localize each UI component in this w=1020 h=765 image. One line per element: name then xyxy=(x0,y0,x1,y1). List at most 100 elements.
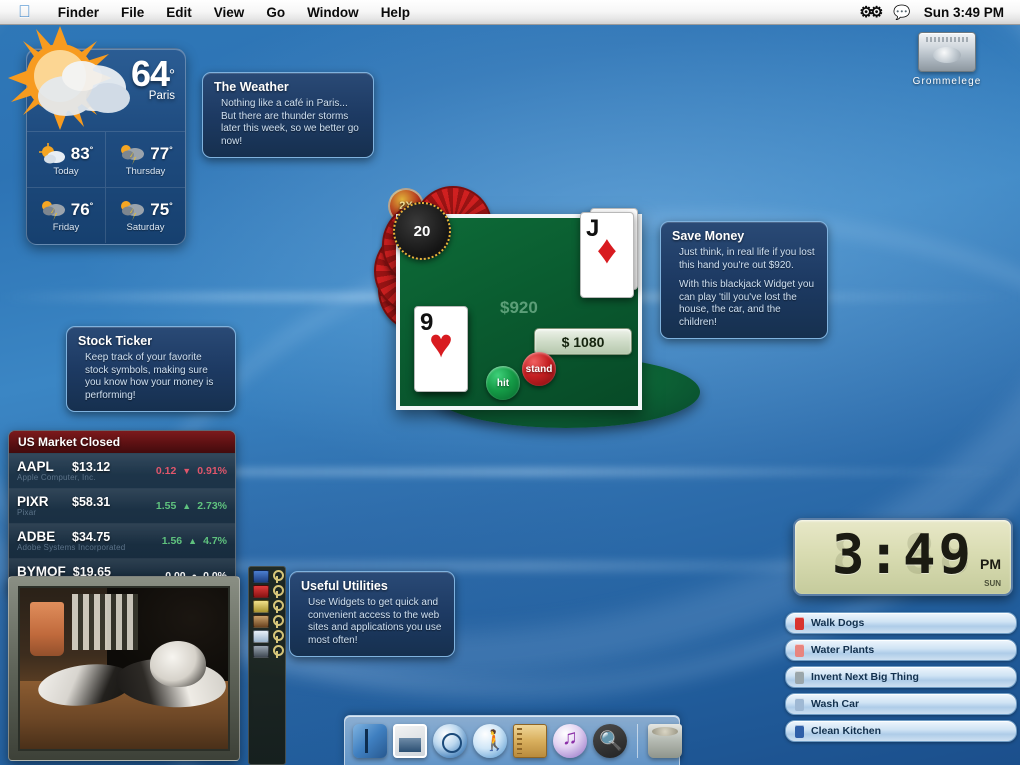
list-item[interactable]: Walk Dogs xyxy=(785,612,1017,634)
nine-of-hearts-card[interactable]: 9 ♥ xyxy=(414,306,468,392)
list-item[interactable] xyxy=(253,570,284,583)
list-item[interactable] xyxy=(253,645,284,658)
list-item[interactable] xyxy=(253,630,284,643)
netflix-link-icon[interactable] xyxy=(253,585,269,598)
amazon-link-icon[interactable] xyxy=(253,615,269,628)
dock-item-ichat[interactable] xyxy=(473,723,507,758)
list-item[interactable]: Wash Car xyxy=(785,693,1017,715)
arrow-down-icon: ▼ xyxy=(182,465,192,476)
menu-item-window[interactable]: Window xyxy=(296,5,370,20)
apple-logo-icon[interactable]:  xyxy=(18,2,31,22)
callout-title: Stock Ticker xyxy=(78,334,153,348)
callout-body: Use Widgets to get quick and convenient … xyxy=(308,597,442,646)
dock-item-iphoto[interactable] xyxy=(393,723,427,758)
clock-widget[interactable]: 8:88 3:49 PM SUN xyxy=(793,518,1013,596)
stock-price: $34.75 xyxy=(72,530,111,544)
todo-label: Wash Car xyxy=(811,698,860,710)
list-item[interactable]: Water Plants xyxy=(785,639,1017,661)
callout-title: Useful Utilities xyxy=(301,579,388,593)
desktop-icon-hard-drive[interactable]: Grommelege xyxy=(892,32,1002,87)
todo-list-widget[interactable]: Walk Dogs Water Plants Invent Next Big T… xyxy=(785,612,1017,747)
priority-marker-icon xyxy=(795,670,804,684)
weather-current-temp: 64° Paris xyxy=(131,56,175,103)
dock-item-trash[interactable] xyxy=(648,723,682,758)
weather-widget[interactable]: 64° Paris 83° Today 77° Thursday 76° Fri… xyxy=(26,48,186,245)
priority-marker-icon xyxy=(795,643,804,657)
chat-bubble-icon[interactable]: 💬 xyxy=(893,4,910,21)
menu-item-file[interactable]: File xyxy=(110,5,155,20)
list-item[interactable] xyxy=(253,585,284,598)
thunderstorm-icon xyxy=(41,200,65,221)
forecast-day-today: Today xyxy=(53,165,79,177)
forecast-cell-today: 83° Today xyxy=(27,131,106,187)
forecast-temp-thursday: 77° xyxy=(150,143,173,163)
jack-of-diamonds-card[interactable]: J ♦ xyxy=(580,212,634,298)
ebay-link-icon[interactable] xyxy=(253,630,269,643)
priority-marker-icon xyxy=(795,724,804,738)
photo-widget[interactable] xyxy=(8,576,240,761)
heart-suit-icon: ♥ xyxy=(429,321,453,366)
arrow-up-icon: ▲ xyxy=(188,535,198,546)
web-links-widget[interactable] xyxy=(248,566,286,765)
menu-item-finder[interactable]: Finder xyxy=(47,5,110,20)
key-icon xyxy=(272,585,284,598)
stock-price: $13.12 xyxy=(72,460,111,474)
priority-marker-icon xyxy=(795,697,804,711)
stock-price: $58.31 xyxy=(72,495,111,509)
thunderstorm-icon xyxy=(121,144,145,165)
dock-item-finder[interactable] xyxy=(353,723,387,758)
photo-fence xyxy=(72,594,138,650)
degree-symbol: ° xyxy=(169,66,175,84)
menu-item-go[interactable]: Go xyxy=(255,5,296,20)
stock-symbol: AAPL xyxy=(17,459,54,474)
stocks-widget[interactable]: US Market Closed AAPL $13.12 Apple Compu… xyxy=(8,430,236,594)
weather-temp-value: 64 xyxy=(130,53,170,94)
todo-label: Invent Next Big Thing xyxy=(811,671,919,683)
stock-company-name: Apple Computer, Inc. xyxy=(17,473,96,482)
google-link-icon[interactable] xyxy=(253,570,269,583)
list-item[interactable]: Invent Next Big Thing xyxy=(785,666,1017,688)
stock-change-percent: 0.91% xyxy=(197,464,227,477)
list-item[interactable]: Clean Kitchen xyxy=(785,720,1017,742)
table-row[interactable]: AAPL $13.12 Apple Computer, Inc. 0.12 ▼ … xyxy=(9,453,235,488)
dock-item-address-book[interactable] xyxy=(513,723,547,758)
forecast-cell-friday: 76° Friday xyxy=(27,187,106,243)
hand-total-badge: 20 xyxy=(393,202,451,260)
menu-item-view[interactable]: View xyxy=(203,5,256,20)
key-icon xyxy=(272,645,284,658)
callout-title: Save Money xyxy=(672,229,745,243)
forecast-temp-friday: 76° xyxy=(70,199,94,219)
stock-change-group: 1.56 ▲ 4.7% xyxy=(162,535,227,547)
dock xyxy=(344,715,682,765)
key-icon xyxy=(272,600,284,613)
clock-day: SUN xyxy=(984,579,1001,588)
blackjack-widget[interactable]: 20 $920 J ♦ 9 ♥ 2X $ 1080 hit stand xyxy=(374,186,700,444)
menu-bar-clock[interactable]: Sun 3:49 PM xyxy=(924,5,1004,20)
table-row[interactable]: ADBE $34.75 Adobe Systems Incorporated 1… xyxy=(9,523,235,558)
bank-link-icon[interactable] xyxy=(253,600,269,613)
dock-item-sherlock[interactable] xyxy=(593,723,627,758)
forecast-cell-thursday: 77° Thursday xyxy=(106,131,185,187)
clock-meridiem: PM xyxy=(980,556,1001,572)
weather-current: 64° Paris xyxy=(27,49,185,131)
stock-change: 0.12 xyxy=(155,464,177,477)
key-icon xyxy=(272,630,284,643)
table-row[interactable]: PIXR $58.31 Pixar 1.55 ▲ 2.73% xyxy=(9,488,235,523)
stock-change-percent: 2.73% xyxy=(197,499,227,512)
hit-button[interactable]: hit xyxy=(486,366,520,400)
list-item[interactable] xyxy=(253,600,284,613)
stock-symbol: ADBE xyxy=(17,529,56,544)
dock-item-itunes[interactable] xyxy=(553,723,587,758)
dock-item-safari[interactable] xyxy=(433,723,467,758)
stock-identity: PIXR $58.31 Pixar xyxy=(17,494,135,517)
menu-item-help[interactable]: Help xyxy=(370,5,421,20)
forecast-cell-saturday: 75° Saturday xyxy=(106,187,185,243)
hard-drive-label: Grommelege xyxy=(912,76,982,87)
thunderstorm-icon xyxy=(121,200,145,221)
list-item[interactable] xyxy=(253,615,284,628)
menu-item-edit[interactable]: Edit xyxy=(155,5,203,20)
stock-identity: AAPL $13.12 Apple Computer, Inc. xyxy=(17,459,135,482)
stand-button[interactable]: stand xyxy=(522,352,556,386)
gear-icon[interactable]: ⚙⚙ xyxy=(859,3,883,21)
mail-link-icon[interactable] xyxy=(253,645,269,658)
